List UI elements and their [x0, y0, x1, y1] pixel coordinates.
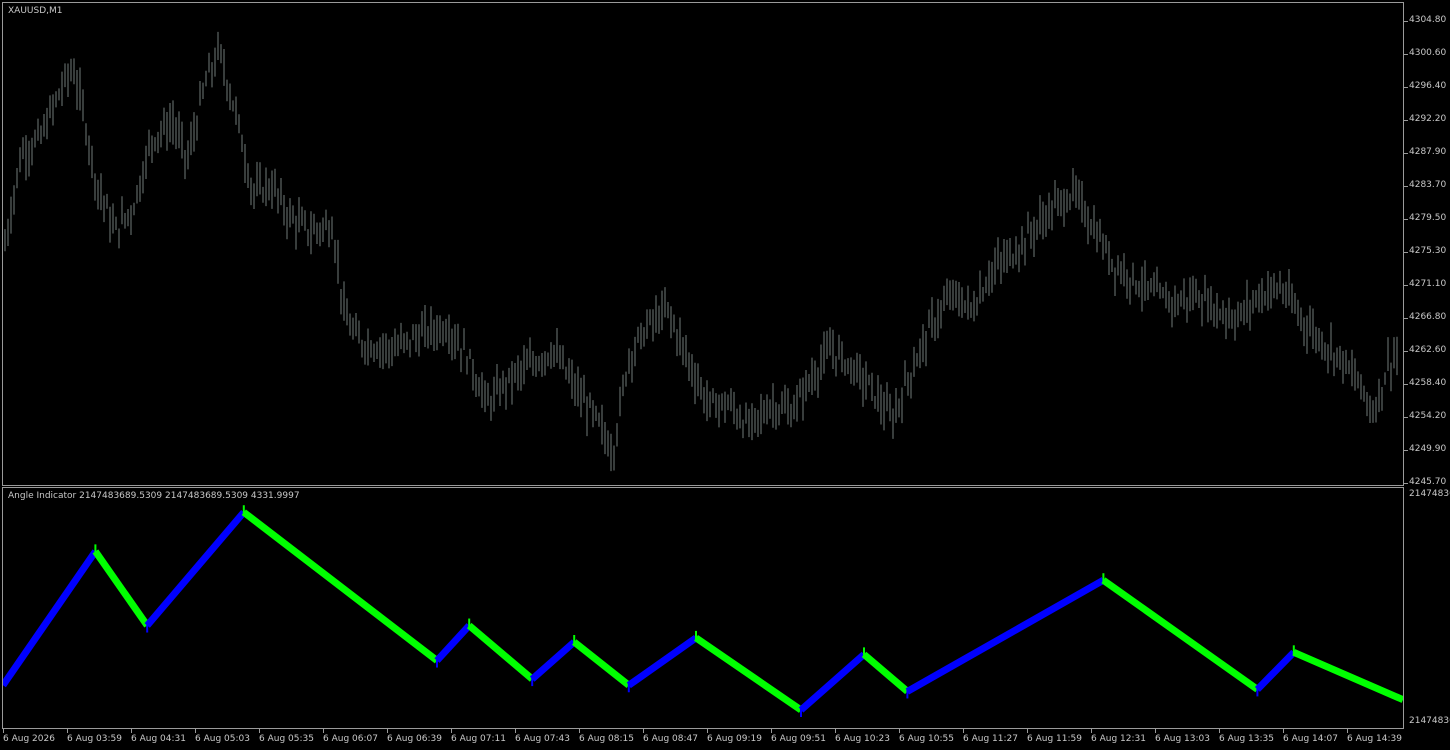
- time-label: 6 Aug 08:47: [643, 734, 698, 744]
- time-label: 6 Aug 03:59: [67, 734, 122, 744]
- time-label: 6 Aug 07:43: [515, 734, 570, 744]
- price-tick: [1404, 54, 1408, 55]
- indicator-up-segment: [798, 651, 867, 713]
- time-tick: [387, 729, 388, 733]
- time-tick: [195, 729, 196, 733]
- indicator-axis-label: 2147483689: [1409, 716, 1450, 726]
- symbol-label: XAUUSD,M1: [8, 6, 63, 16]
- price-tick: [1404, 153, 1408, 154]
- time-tick: [323, 729, 324, 733]
- indicator-down-segment: [572, 639, 631, 689]
- time-label: 6 Aug 08:15: [579, 734, 634, 744]
- price-tick: [1404, 384, 1408, 385]
- price-tick: [1404, 219, 1408, 220]
- price-label: 4292.20: [1409, 114, 1447, 124]
- time-tick: [1027, 729, 1028, 733]
- time-tick: [963, 729, 964, 733]
- time-tick: [515, 729, 516, 733]
- time-tick: [643, 729, 644, 733]
- price-chart-pane[interactable]: XAUUSD,M1: [2, 2, 1404, 486]
- time-label: 6 Aug 07:11: [451, 734, 506, 744]
- time-tick: [3, 729, 4, 733]
- indicator-up-segment: [905, 577, 1106, 695]
- price-label: 4271.10: [1409, 279, 1447, 289]
- time-tick: [67, 729, 68, 733]
- indicator-down-segment: [241, 509, 440, 664]
- price-tick: [1404, 351, 1408, 352]
- price-tick: [1404, 21, 1408, 22]
- indicator-down-segment: [1101, 577, 1260, 693]
- indicator-up-segment: [3, 549, 99, 688]
- time-tick: [131, 729, 132, 733]
- time-tick: [771, 729, 772, 733]
- time-label: 6 Aug 06:07: [323, 734, 378, 744]
- indicator-down-segment: [1292, 649, 1403, 703]
- time-tick: [1283, 729, 1284, 733]
- indicator-up-segment: [529, 639, 577, 682]
- time-label: 6 Aug 14:07: [1283, 734, 1338, 744]
- price-tick: [1404, 285, 1408, 286]
- price-label: 4300.60: [1409, 48, 1447, 58]
- time-tick: [579, 729, 580, 733]
- price-tick: [1404, 186, 1408, 187]
- indicator-down-segment: [92, 549, 151, 628]
- time-tick: [259, 729, 260, 733]
- price-label: 4266.80: [1409, 312, 1447, 322]
- time-label: 6 Aug 09:19: [707, 734, 762, 744]
- time-label: 6 Aug 12:31: [1091, 734, 1146, 744]
- price-label: 4283.70: [1409, 180, 1447, 190]
- indicator-up-segment: [434, 623, 472, 663]
- time-label: 6 Aug 11:59: [1027, 734, 1082, 744]
- indicator-up-segment: [626, 635, 699, 689]
- time-label: 6 Aug 05:03: [195, 734, 250, 744]
- price-label: 4245.70: [1409, 477, 1447, 487]
- time-label: 6 Aug 05:35: [259, 734, 314, 744]
- time-label: 6 Aug 04:31: [131, 734, 186, 744]
- indicator-axis-label: 2147483689: [1409, 489, 1450, 499]
- price-tick: [1404, 483, 1408, 484]
- indicator-up-segment: [1254, 649, 1297, 692]
- price-tick: [1404, 318, 1408, 319]
- time-label: 6 Aug 10:55: [899, 734, 954, 744]
- time-tick: [1155, 729, 1156, 733]
- price-tick: [1404, 450, 1408, 451]
- time-label: 6 Aug 2026: [3, 734, 55, 744]
- price-tick: [1404, 417, 1408, 418]
- time-label: 6 Aug 14:39: [1347, 734, 1402, 744]
- price-tick: [1404, 87, 1408, 88]
- indicator-down-segment: [694, 635, 803, 713]
- indicator-pane[interactable]: Angle Indicator 2147483689.5309 21474836…: [2, 487, 1404, 729]
- time-tick: [1091, 729, 1092, 733]
- price-label: 4254.20: [1409, 411, 1447, 421]
- time-label: 6 Aug 10:23: [835, 734, 890, 744]
- time-tick: [1219, 729, 1220, 733]
- indicator-label: Angle Indicator 2147483689.5309 21474836…: [8, 491, 300, 501]
- price-label: 4262.60: [1409, 345, 1447, 355]
- price-label: 4275.30: [1409, 246, 1447, 256]
- price-label: 4258.40: [1409, 378, 1447, 388]
- time-label: 6 Aug 13:03: [1155, 734, 1210, 744]
- price-bars: [4, 31, 1398, 472]
- indicator-up-segment: [144, 509, 247, 628]
- time-label: 6 Aug 06:39: [387, 734, 442, 744]
- time-tick: [1347, 729, 1348, 733]
- angle-indicator-line: [3, 505, 1403, 717]
- indicator-down-segment: [861, 651, 910, 695]
- price-axis[interactable]: [1404, 2, 1450, 729]
- indicator-down-segment: [466, 622, 535, 682]
- price-label: 4287.90: [1409, 147, 1447, 157]
- time-tick: [899, 729, 900, 733]
- price-label: 4249.90: [1409, 444, 1447, 454]
- price-tick: [1404, 252, 1408, 253]
- time-label: 6 Aug 09:51: [771, 734, 826, 744]
- price-label: 4296.40: [1409, 81, 1447, 91]
- time-tick: [451, 729, 452, 733]
- time-label: 6 Aug 11:27: [963, 734, 1018, 744]
- price-tick: [1404, 120, 1408, 121]
- time-tick: [835, 729, 836, 733]
- price-label: 4304.80: [1409, 15, 1447, 25]
- time-label: 6 Aug 13:35: [1219, 734, 1274, 744]
- time-tick: [707, 729, 708, 733]
- price-label: 4279.50: [1409, 213, 1447, 223]
